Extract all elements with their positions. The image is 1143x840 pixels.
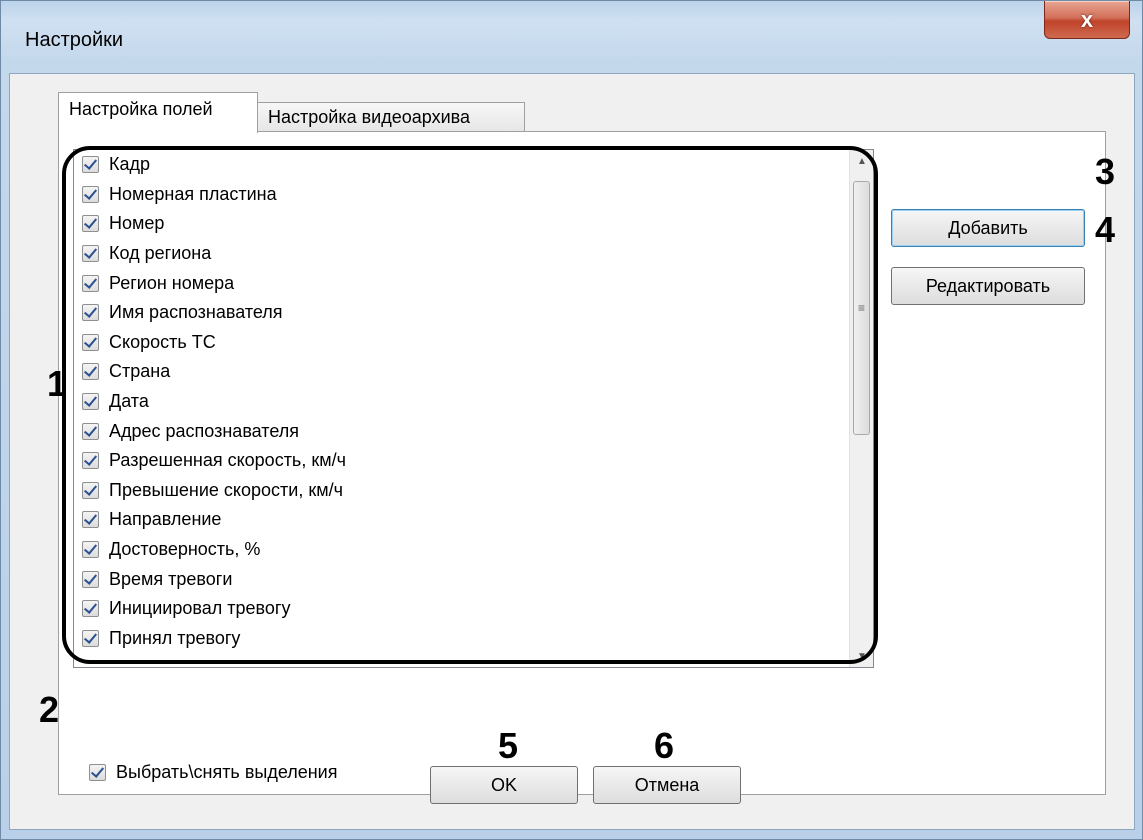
checkbox-check-icon[interactable] [82, 481, 99, 499]
add-button[interactable]: Добавить [891, 209, 1085, 247]
ok-button[interactable]: OK [430, 766, 578, 804]
field-label: Направление [109, 509, 222, 530]
checkbox-check-icon[interactable] [82, 156, 99, 174]
field-checkbox-item[interactable]: Разрешенная скорость, км/ч [74, 446, 850, 476]
field-label: Имя распознавателя [109, 302, 283, 323]
close-icon: x [1080, 6, 1094, 32]
checkbox-check-icon[interactable] [82, 274, 99, 292]
field-label: Инициировал тревогу [109, 598, 291, 619]
checkbox-check-icon[interactable] [82, 215, 99, 233]
checkbox-check-icon[interactable] [82, 304, 99, 322]
field-checkbox-item[interactable]: Принял тревогу [74, 624, 850, 654]
checkbox-check-icon[interactable] [82, 541, 99, 559]
checkbox-check-icon[interactable] [82, 600, 99, 618]
field-checkbox-item[interactable]: Превышение скорости, км/ч [74, 476, 850, 506]
select-all-checkbox[interactable]: Выбрать\снять выделения [89, 762, 337, 783]
dialog-client-area: Настройка полей Настройка видеоархива Ка… [9, 73, 1135, 830]
field-checkbox-item[interactable]: Номер [74, 209, 850, 239]
field-checkbox-item[interactable]: Скорость ТС [74, 328, 850, 358]
field-checkbox-item[interactable]: Время тревоги [74, 564, 850, 594]
window-title: Настройки [25, 29, 124, 51]
callout-4: 4 [1095, 209, 1116, 250]
field-checkbox-item[interactable]: Инициировал тревогу [74, 594, 850, 624]
field-label: Время тревоги [109, 568, 233, 589]
field-label: Регион номера [109, 272, 235, 293]
close-button[interactable]: x [1044, 1, 1130, 39]
checkbox-check-icon[interactable] [82, 393, 99, 411]
field-label: Код региона [109, 243, 212, 264]
callout-2: 2 [39, 689, 60, 730]
scroll-up-arrow-icon[interactable]: ▲ [850, 150, 873, 172]
field-checkbox-item[interactable]: Кадр [74, 150, 850, 180]
checkbox-check-icon[interactable] [82, 511, 99, 529]
fields-list: Кадр Номерная пластина Номер Код региона Рег… [74, 150, 850, 653]
field-label: Страна [109, 361, 171, 382]
field-label: Номерная пластина [109, 183, 277, 204]
checkbox-check-icon[interactable] [82, 245, 99, 263]
checkbox-check-icon[interactable] [82, 185, 99, 203]
field-label: Скорость ТС [109, 331, 216, 352]
field-checkbox-item[interactable]: Дата [74, 387, 850, 417]
field-checkbox-item[interactable]: Адрес распознавателя [74, 416, 850, 446]
scroll-thumb[interactable]: ≡ [853, 181, 870, 435]
checkbox-check-icon[interactable] [82, 363, 99, 381]
field-label: Достоверность, % [109, 539, 261, 560]
tab-field-settings[interactable]: Настройка полей [58, 92, 258, 133]
tab-video-archive-settings[interactable]: Настройка видеоархива [257, 102, 525, 132]
field-label: Принял тревогу [109, 627, 241, 648]
settings-window: Настройки x Настройка полей Настройка ви… [0, 0, 1143, 840]
edit-button[interactable]: Редактировать [891, 267, 1085, 305]
field-label: Номер [109, 213, 165, 234]
callout-3: 3 [1095, 151, 1116, 192]
field-checkbox-item[interactable]: Направление [74, 505, 850, 535]
checkbox-check-icon [89, 764, 106, 781]
checkbox-check-icon[interactable] [82, 629, 99, 647]
scroll-down-arrow-icon[interactable]: ▼ [850, 645, 873, 667]
callout-6: 6 [654, 725, 675, 766]
field-checkbox-item[interactable]: Достоверность, % [74, 535, 850, 565]
tab-panel: Кадр Номерная пластина Номер Код региона Рег… [58, 131, 1106, 795]
callout-5: 5 [498, 725, 519, 766]
field-checkbox-item[interactable]: Страна [74, 357, 850, 387]
field-label: Дата [109, 391, 149, 412]
fields-checklist[interactable]: Кадр Номерная пластина Номер Код региона Рег… [73, 149, 874, 668]
cancel-button[interactable]: Отмена [593, 766, 741, 804]
select-all-label: Выбрать\снять выделения [116, 762, 338, 782]
checkbox-check-icon[interactable] [82, 422, 99, 440]
field-checkbox-item[interactable]: Номерная пластина [74, 180, 850, 210]
field-label: Разрешенная скорость, км/ч [109, 450, 346, 471]
field-label: Кадр [109, 154, 151, 175]
checkbox-check-icon[interactable] [82, 452, 99, 470]
callout-1: 1 [47, 363, 68, 404]
checkbox-check-icon[interactable] [82, 333, 99, 351]
field-checkbox-item[interactable]: Имя распознавателя [74, 298, 850, 328]
field-label: Превышение скорости, км/ч [109, 479, 343, 500]
field-checkbox-item[interactable]: Регион номера [74, 268, 850, 298]
vertical-scrollbar[interactable]: ▲ ≡ ▼ [849, 150, 873, 667]
checkbox-check-icon[interactable] [82, 570, 99, 588]
field-checkbox-item[interactable]: Код региона [74, 239, 850, 269]
field-label: Адрес распознавателя [109, 420, 299, 441]
